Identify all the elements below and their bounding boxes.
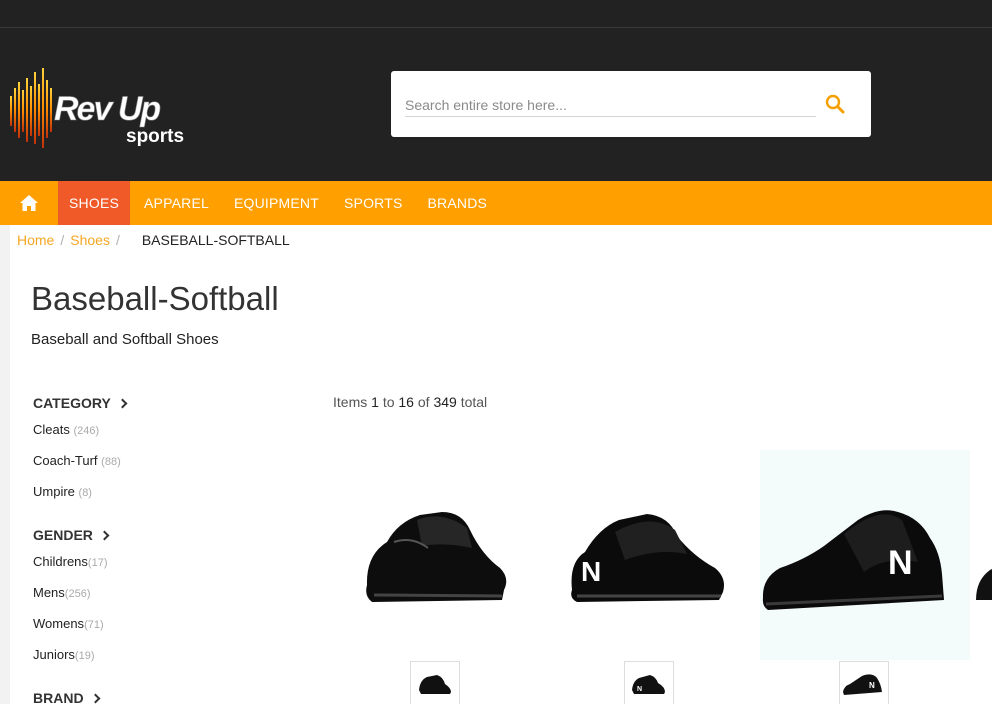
nav-home-button[interactable] (0, 181, 58, 225)
items-to: 16 (398, 394, 414, 410)
items-total-label: total (460, 394, 488, 410)
filter-sidebar: CATEGORY Cleats (246) Coach-Turf (88) Um… (33, 392, 273, 709)
filter-option-count: (88) (101, 456, 121, 468)
items-from: 1 (371, 394, 379, 410)
nav-item-equipment[interactable]: EQUIPMENT (223, 181, 330, 225)
left-margin-stripe (0, 225, 10, 704)
filter-option-label: Juniors (33, 647, 75, 662)
filter-option-juniors[interactable]: Juniors(19) (33, 648, 273, 679)
search-button[interactable] (823, 91, 849, 119)
main-nav: SHOES APPAREL EQUIPMENT SPORTS BRANDS (0, 181, 992, 225)
filter-option-count: (246) (73, 425, 100, 437)
filter-option-label: Childrens (33, 554, 88, 569)
filter-brand-title[interactable]: BRAND (33, 687, 273, 709)
product-image[interactable] (332, 450, 542, 660)
filter-option-label: Cleats (33, 422, 70, 437)
items-to-label: to (382, 394, 395, 410)
product-item (332, 450, 542, 704)
filter-gender-title[interactable]: GENDER (33, 524, 273, 546)
svg-text:N: N (869, 681, 875, 690)
filter-category-title[interactable]: CATEGORY (33, 392, 273, 414)
breadcrumb-home[interactable]: Home (17, 232, 54, 248)
filter-category-label: CATEGORY (33, 395, 111, 411)
filter-option-count: (71) (84, 619, 104, 631)
breadcrumb-current: BASEBALL-SOFTBALL (141, 232, 290, 248)
product-image[interactable]: N (547, 450, 757, 660)
breadcrumb: Home / Shoes / BASEBALL-SOFTBALL (0, 225, 992, 255)
nav-item-brands[interactable]: BRANDS (417, 181, 499, 225)
product-item: N N (547, 450, 757, 704)
filter-option-label: Coach-Turf (33, 453, 98, 468)
product-item (976, 450, 992, 660)
svg-text:N: N (637, 686, 642, 693)
svg-text:sports: sports (126, 126, 184, 147)
filter-option-cleats[interactable]: Cleats (246) (33, 423, 273, 454)
product-thumbnail[interactable]: N (624, 661, 674, 704)
filter-option-label: Mens (33, 585, 65, 600)
home-icon (20, 195, 38, 211)
shoe-thumbnail-icon (419, 675, 451, 694)
logo-graphic: Rev Up sports (10, 68, 184, 148)
search-input[interactable] (405, 93, 816, 117)
filter-option-label: Womens (33, 616, 85, 631)
breadcrumb-shoes[interactable]: Shoes (70, 232, 110, 248)
product-image[interactable] (976, 450, 992, 660)
product-thumbnail[interactable] (410, 661, 460, 704)
items-total: 349 (433, 394, 457, 410)
filter-option-umpire[interactable]: Umpire (8) (33, 485, 273, 516)
nav-item-apparel[interactable]: APPAREL (133, 181, 220, 225)
filter-gender-label: GENDER (33, 527, 93, 543)
search-icon (825, 94, 845, 114)
search-box (391, 71, 871, 137)
breadcrumb-separator: / (115, 232, 120, 248)
page-title: Baseball-Softball (31, 280, 279, 317)
nav-item-shoes[interactable]: SHOES (58, 181, 131, 225)
filter-option-mens[interactable]: Mens(256) (33, 586, 273, 617)
site-logo[interactable]: Rev Up sports (8, 48, 208, 158)
filter-option-womens[interactable]: Womens(71) (33, 617, 273, 648)
top-bar (0, 0, 992, 28)
svg-text:Rev Up: Rev Up (54, 90, 160, 128)
category-description: Baseball and Softball Shoes (31, 331, 219, 348)
header: Rev Up sports (0, 28, 992, 181)
product-thumbnail[interactable]: N (839, 661, 889, 704)
breadcrumb-separator: / (60, 232, 65, 248)
chevron-right-icon (90, 693, 101, 703)
filter-option-count: (19) (74, 650, 95, 662)
nav-item-sports[interactable]: SPORTS (333, 181, 414, 225)
filter-option-count: (17) (87, 557, 108, 569)
filter-option-label: Umpire (33, 484, 75, 499)
product-grid: N N N N (330, 450, 992, 704)
brand-letter-n: N (581, 556, 601, 587)
items-of-label: of (417, 394, 430, 410)
product-item: N N (760, 450, 970, 704)
filter-option-count: (8) (78, 487, 92, 499)
filter-option-coach-turf[interactable]: Coach-Turf (88) (33, 454, 273, 485)
chevron-right-icon (117, 398, 128, 408)
filter-category-list: Cleats (246) Coach-Turf (88) Umpire (8) (33, 423, 273, 516)
filter-gender-list: Childrens(17) Mens(256) Womens(71) Junio… (33, 555, 273, 679)
brand-letter-n: N (888, 544, 913, 582)
items-label: Items (333, 394, 368, 410)
chevron-right-icon (99, 530, 110, 540)
shoe-thumbnail-icon: N (632, 675, 665, 694)
filter-option-childrens[interactable]: Childrens(17) (33, 555, 273, 586)
toolbar-amount: Items 1 to 16 of 349 total (333, 394, 487, 410)
product-image[interactable]: N (760, 450, 970, 660)
filter-option-count: (256) (64, 588, 91, 600)
shoe-thumbnail-icon: N (843, 674, 882, 695)
